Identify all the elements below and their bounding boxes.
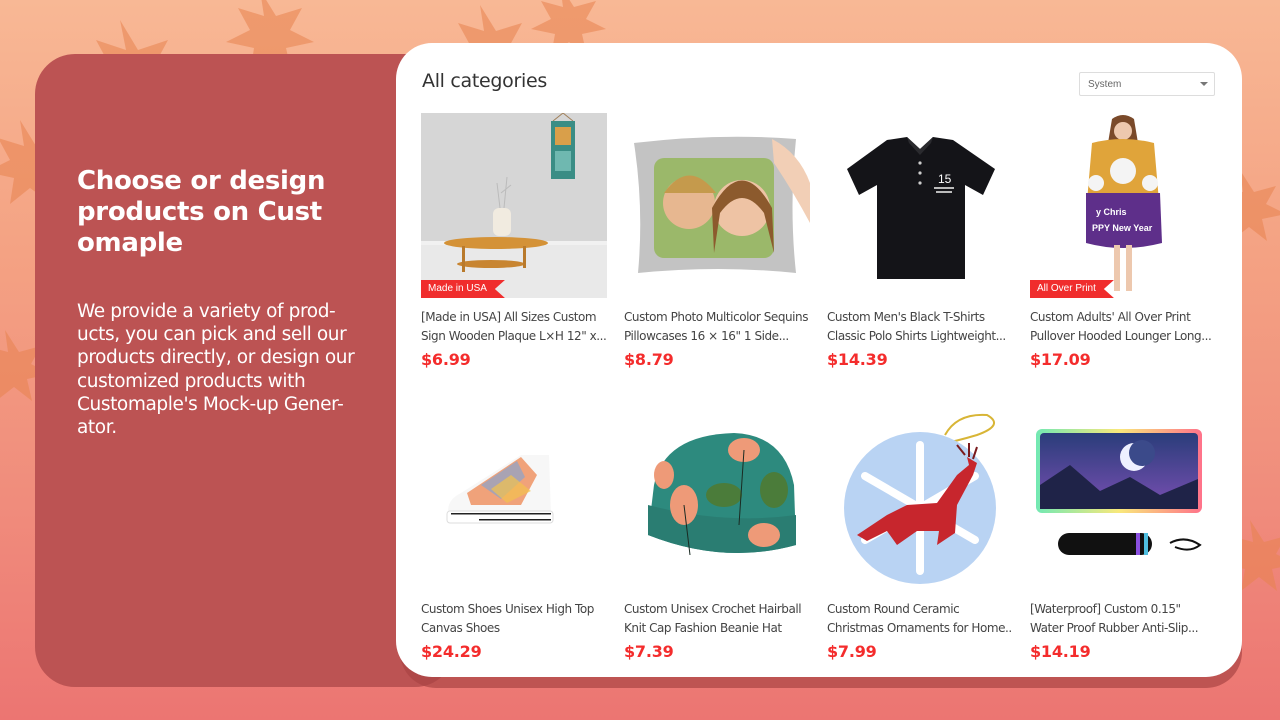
product-price: $6.99 [421, 350, 471, 369]
product-card[interactable]: Custom Round Ceramic Christmas Ornaments… [827, 405, 1013, 661]
product-card[interactable]: y Chris PPY New Year All Over Print Cust… [1030, 113, 1216, 369]
product-card[interactable]: 15 Custom Men's Black T-Shirts Classic P… [827, 113, 1013, 369]
rgb-mousepad-image[interactable] [1030, 405, 1216, 590]
product-name[interactable]: [Made in USA] All Sizes Custom Sign Wood… [421, 308, 607, 346]
product-name[interactable]: [Waterproof] Custom 0.15" Water Proof Ru… [1030, 600, 1216, 638]
product-catalog-card: All categories System Made in USA [Made … [396, 43, 1242, 677]
svg-text:15: 15 [938, 172, 952, 186]
sort-select[interactable]: System [1079, 72, 1215, 96]
product-price: $7.39 [624, 642, 674, 661]
product-price: $14.39 [827, 350, 888, 369]
hero-title: Choose or design products on Cust omaple [77, 166, 326, 258]
product-name[interactable]: Custom Photo Multicolor Sequins Pillowca… [624, 308, 810, 346]
svg-text:y Chris: y Chris [1096, 207, 1127, 217]
product-card[interactable]: Custom Shoes Unisex High Top Canvas Shoe… [421, 405, 607, 661]
product-price: $8.79 [624, 350, 674, 369]
product-name[interactable]: Custom Men's Black T-Shirts Classic Polo… [827, 308, 1013, 346]
beanie-hat-image[interactable] [624, 405, 810, 590]
product-card[interactable]: Custom Photo Multicolor Sequins Pillowca… [624, 113, 810, 369]
chevron-down-icon [1200, 82, 1208, 86]
product-price: $17.09 [1030, 350, 1091, 369]
product-name[interactable]: Custom Unisex Crochet Hairball Knit Cap … [624, 600, 810, 638]
product-name[interactable]: Custom Round Ceramic Christmas Ornaments… [827, 600, 1013, 638]
hero-description: We provide a variety of prod- ucts, you … [77, 301, 355, 439]
product-name[interactable]: Custom Shoes Unisex High Top Canvas Shoe… [421, 600, 607, 638]
sequin-pillow-image[interactable] [624, 113, 810, 298]
product-card[interactable]: [Waterproof] Custom 0.15" Water Proof Ru… [1030, 405, 1216, 661]
sort-selected-value: System [1088, 79, 1122, 90]
polo-shirt-image[interactable]: 15 [827, 113, 1013, 298]
product-card[interactable]: Custom Unisex Crochet Hairball Knit Cap … [624, 405, 810, 661]
svg-text:PPY New Year: PPY New Year [1092, 223, 1153, 233]
canvas-shoe-image[interactable] [421, 405, 607, 590]
badge-made-in-usa: Made in USA [421, 280, 505, 298]
category-title: All categories [422, 70, 547, 92]
product-price: $24.29 [421, 642, 482, 661]
wooden-plaque-image[interactable]: Made in USA [421, 113, 607, 298]
product-name[interactable]: Custom Adults' All Over Print Pullover H… [1030, 308, 1216, 346]
ceramic-ornament-image[interactable] [827, 405, 1013, 590]
hooded-lounger-image[interactable]: y Chris PPY New Year All Over Print [1030, 113, 1216, 298]
badge-all-over-print: All Over Print [1030, 280, 1114, 298]
product-card[interactable]: Made in USA [Made in USA] All Sizes Cust… [421, 113, 607, 369]
product-price: $14.19 [1030, 642, 1091, 661]
product-price: $7.99 [827, 642, 877, 661]
